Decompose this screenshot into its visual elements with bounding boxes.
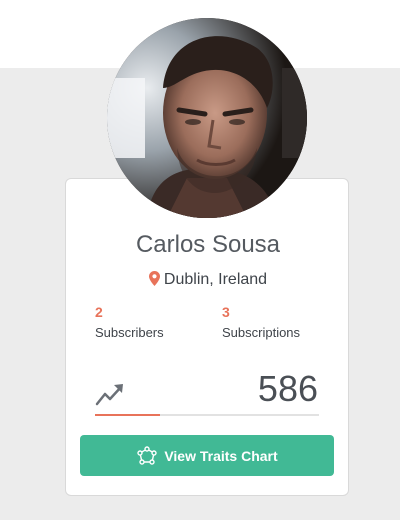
score-progress-fill [95,414,160,416]
avatar [107,18,307,218]
stat-subscriptions[interactable]: 3 Subscriptions [222,303,300,342]
trending-up-icon [95,382,125,411]
score-progress-bar [95,414,319,416]
view-traits-chart-label: View Traits Chart [164,447,278,464]
subscriptions-count: 3 [222,304,230,320]
network-graph-icon [136,445,158,466]
view-traits-chart-button[interactable]: View Traits Chart [80,435,334,476]
profile-location: Dublin, Ireland [66,271,350,291]
profile-name: Carlos Sousa [135,231,281,258]
score-value: 586 [257,368,318,409]
subscribers-count: 2 [95,304,103,320]
profile-page: Carlos Sousa Dublin, Ireland 2 Subscribe… [0,0,400,520]
subscribers-label: Subscribers [95,325,164,340]
map-pin-icon [148,271,160,291]
subscriptions-label: Subscriptions [222,325,301,340]
stat-subscribers[interactable]: 2 Subscribers [95,303,164,342]
profile-card: Carlos Sousa Dublin, Ireland 2 Subscribe… [65,178,349,496]
location-text: Dublin, Ireland [163,271,268,288]
